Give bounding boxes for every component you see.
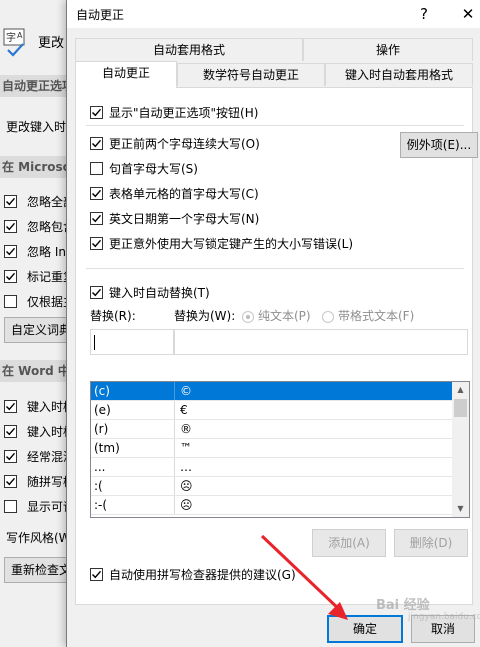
close-button[interactable]: ✕ bbox=[455, 2, 480, 26]
delete-button[interactable]: 删除(D) bbox=[394, 529, 468, 557]
ok-button[interactable]: 确定 bbox=[327, 615, 403, 643]
separator bbox=[86, 125, 464, 126]
bg-ms-option[interactable]: 忽略 In bbox=[4, 242, 66, 260]
list-item-to: ☹ bbox=[180, 498, 193, 512]
bg-ms-checkbox[interactable] bbox=[4, 219, 17, 233]
proofing-icon: 字 A bbox=[3, 28, 25, 57]
tab-autocorrect[interactable]: 自动更正 bbox=[75, 61, 177, 88]
tab-autoformat-as-you-type[interactable]: 键入时自动套用格式 bbox=[325, 63, 473, 86]
list-item[interactable]: ... … bbox=[91, 458, 452, 477]
list-item-from: :-( bbox=[91, 496, 175, 514]
bg-word-option[interactable]: 显示可读 bbox=[4, 497, 75, 515]
show-button-checkbox[interactable] bbox=[90, 105, 103, 119]
list-item[interactable]: :-( ☹ bbox=[91, 496, 452, 515]
replace-label: 替换(R): bbox=[90, 309, 136, 323]
exceptions-button[interactable]: 例外项(E)... bbox=[400, 132, 478, 158]
bg-word-checkbox[interactable] bbox=[4, 499, 17, 513]
bg-ms-checkbox[interactable] bbox=[4, 194, 17, 208]
bg-ms-option[interactable]: 忽略全部 bbox=[4, 192, 75, 210]
writing-style-label: 写作风格(W bbox=[6, 531, 71, 545]
spell-suggestions-checkbox[interactable] bbox=[90, 567, 103, 581]
list-item-from: (c) bbox=[91, 382, 175, 400]
bg-ms-label: 忽略 In bbox=[27, 244, 66, 259]
scroll-up-icon[interactable]: ▲ bbox=[452, 382, 469, 398]
list-item-from: (tm) bbox=[91, 439, 175, 457]
cancel-button[interactable]: 取消 bbox=[411, 615, 475, 643]
caps-lock-option[interactable]: 更正意外使用大写锁定键产生的大小写错误(L) bbox=[90, 234, 353, 252]
show-autocorrect-button-option[interactable]: 显示"自动更正选项"按钮(H) bbox=[90, 103, 258, 121]
bg-word-option[interactable]: 随拼写检 bbox=[4, 472, 75, 490]
bg-ms-option[interactable]: 标记重复 bbox=[4, 267, 75, 285]
dialog-titlebar: 自动更正 ? ✕ bbox=[67, 0, 480, 28]
list-item[interactable]: (tm) ™ bbox=[91, 439, 452, 458]
two-initial-caps-option[interactable]: 更正前两个字母连续大写(O) bbox=[90, 134, 260, 152]
first-letter-table-cell-checkbox[interactable] bbox=[90, 186, 103, 200]
list-item-from: (e) bbox=[91, 401, 175, 419]
list-item-to: … bbox=[180, 460, 192, 474]
day-names-checkbox[interactable] bbox=[90, 211, 103, 225]
list-item-to: ® bbox=[180, 422, 192, 436]
tab-actions[interactable]: 操作 bbox=[303, 38, 473, 61]
list-item[interactable]: (e) € bbox=[91, 401, 452, 420]
formatted-text-radio-dot[interactable] bbox=[322, 310, 334, 323]
first-letter-sentence-option[interactable]: 句首字母大写(S) bbox=[90, 159, 198, 177]
list-item-from: (r) bbox=[91, 420, 175, 438]
replacement-list[interactable]: (c) © (e) € (r) ® (tm) ™... … :( ☹ :-( ☹ ▲ ▼ bbox=[90, 381, 470, 518]
svg-text:字: 字 bbox=[6, 31, 16, 44]
text-cursor bbox=[94, 335, 95, 350]
two-initial-caps-checkbox[interactable] bbox=[90, 136, 103, 150]
list-item[interactable]: (c) © bbox=[91, 382, 452, 401]
list-scrollbar[interactable]: ▲ ▼ bbox=[452, 382, 469, 517]
list-item-to: ☹ bbox=[180, 479, 193, 493]
bg-ms-checkbox[interactable] bbox=[4, 294, 17, 308]
list-item[interactable]: (r) ® bbox=[91, 420, 452, 439]
bg-word-checkbox[interactable] bbox=[4, 424, 17, 438]
first-letter-sentence-checkbox[interactable] bbox=[90, 161, 103, 175]
separator bbox=[86, 268, 464, 269]
add-button[interactable]: 添加(A) bbox=[312, 529, 386, 557]
bg-word-option[interactable]: 键入时标 bbox=[4, 422, 75, 440]
tab-math-autocorrect[interactable]: 数学符号自动更正 bbox=[177, 63, 325, 86]
scroll-thumb[interactable] bbox=[454, 399, 467, 417]
list-item-from: :( bbox=[91, 477, 175, 495]
bg-word-option[interactable]: 键入时检 bbox=[4, 397, 75, 415]
scroll-down-icon[interactable]: ▼ bbox=[452, 501, 469, 517]
list-item-from: ... bbox=[91, 458, 175, 476]
replace-as-you-type-option[interactable]: 键入时自动替换(T) bbox=[90, 283, 210, 301]
help-button[interactable]: ? bbox=[411, 2, 437, 26]
bg-ms-option[interactable]: 仅根据主 bbox=[4, 292, 75, 310]
tab-autoformat[interactable]: 自动套用格式 bbox=[75, 38, 303, 61]
bg-ms-checkbox[interactable] bbox=[4, 244, 17, 258]
with-label: 替换为(W): bbox=[174, 309, 236, 323]
spell-suggestions-option[interactable]: 自动使用拼写检查器提供的建议(G) bbox=[90, 565, 296, 583]
replace-as-you-type-checkbox[interactable] bbox=[90, 285, 103, 299]
bg-ms-checkbox[interactable] bbox=[4, 269, 17, 283]
list-item-to: ™ bbox=[180, 441, 192, 455]
first-letter-table-cell-option[interactable]: 表格单元格的首字母大写(C) bbox=[90, 184, 259, 202]
list-item-to: © bbox=[180, 384, 192, 398]
svg-text:A: A bbox=[17, 31, 23, 40]
plain-text-radio[interactable]: 纯文本(P) bbox=[242, 307, 311, 324]
autocorrect-panel: 显示"自动更正选项"按钮(H) 更正前两个字母连续大写(O) 例外项(E)...… bbox=[75, 87, 478, 605]
bg-word-option[interactable]: 经常混淆 bbox=[4, 447, 75, 465]
formatted-text-radio[interactable]: 带格式文本(F) bbox=[322, 307, 414, 324]
bg-word-checkbox[interactable] bbox=[4, 449, 17, 463]
caps-lock-checkbox[interactable] bbox=[90, 236, 103, 250]
bg-ms-option[interactable]: 忽略包含 bbox=[4, 217, 75, 235]
list-item[interactable]: :( ☹ bbox=[91, 477, 452, 496]
dialog-title: 自动更正 bbox=[76, 8, 125, 22]
bg-window-title: 更改 bbox=[38, 36, 65, 51]
list-item-to: € bbox=[180, 403, 188, 417]
bg-change-text: 更改键入时 bbox=[6, 120, 67, 134]
plain-text-radio-dot[interactable] bbox=[242, 310, 254, 323]
bg-word-checkbox[interactable] bbox=[4, 399, 17, 413]
autocorrect-dialog: 自动更正 ? ✕ 自动套用格式 操作 自动更正 数学符号自动更正 键入时自动套用… bbox=[66, 0, 480, 647]
bg-word-checkbox[interactable] bbox=[4, 474, 17, 488]
replace-input[interactable] bbox=[90, 329, 174, 355]
with-input[interactable] bbox=[174, 329, 468, 355]
day-names-option[interactable]: 英文日期第一个字母大写(N) bbox=[90, 209, 259, 227]
